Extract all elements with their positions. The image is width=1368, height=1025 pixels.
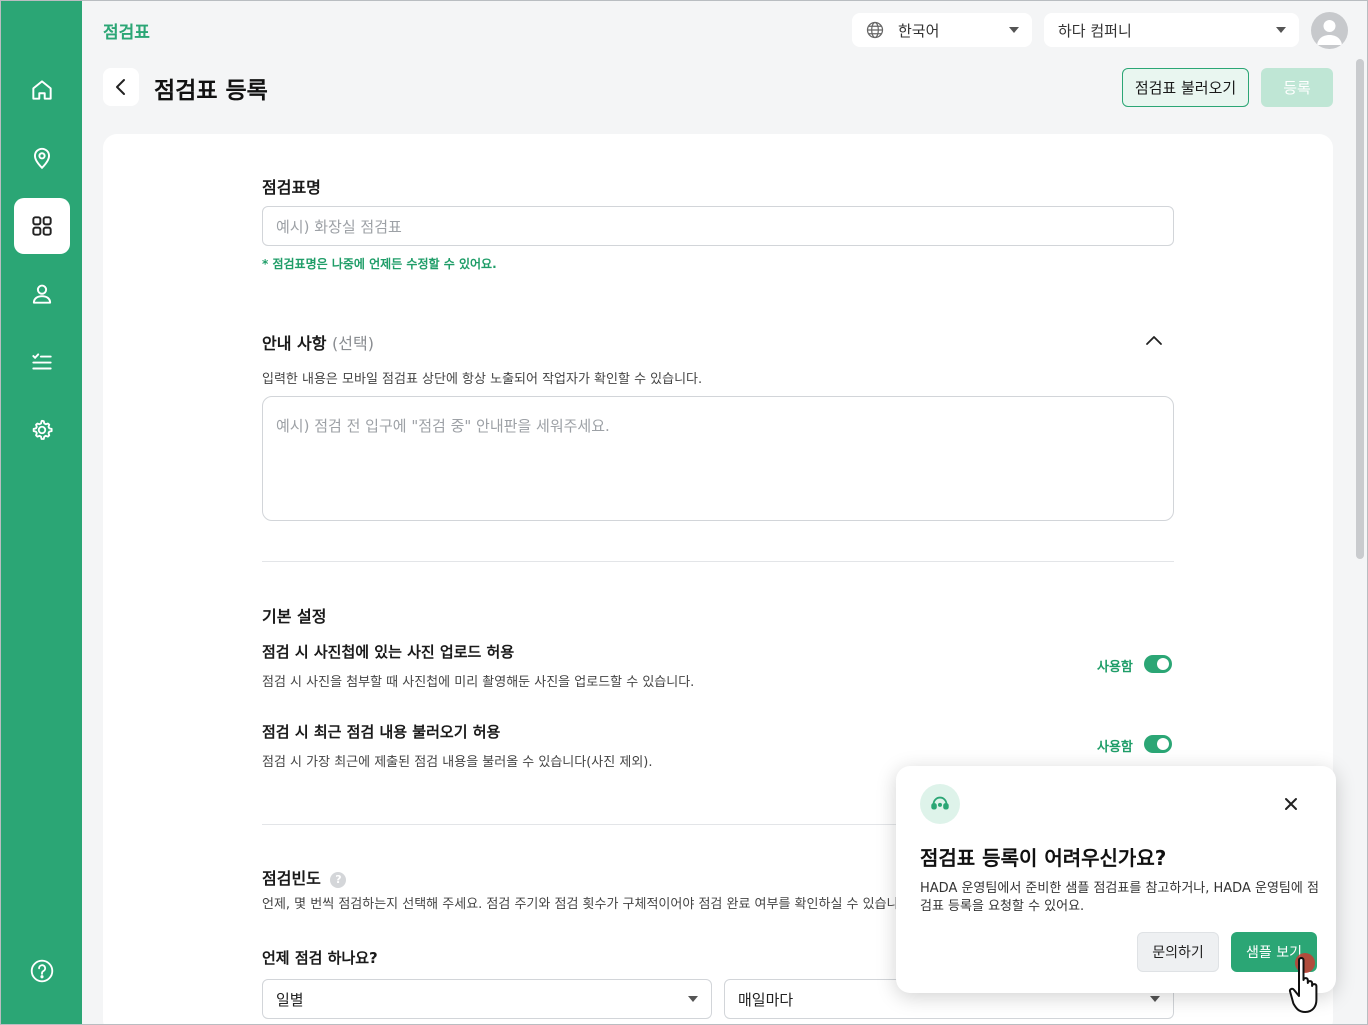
photo-upload-toggle[interactable]	[1144, 655, 1172, 673]
frequency-label: 점검빈도 ?	[262, 865, 347, 889]
when-label: 언제 점검 하나요?	[262, 949, 378, 967]
gear-icon	[32, 419, 53, 440]
language-value: 한국어	[898, 22, 940, 40]
notice-optional: (선택)	[332, 334, 374, 353]
chevron-down-icon	[1276, 27, 1286, 33]
notice-placeholder: 예시) 점검 전 입구에 "점검 중" 안내판을 세워주세요.	[276, 417, 610, 435]
close-icon[interactable]	[1281, 794, 1301, 814]
toggle-state-label: 사용함	[1097, 660, 1133, 675]
help-popup: 점검표 등록이 어려우신가요? HADA 운영팀에서 준비한 샘플 점검표를 참…	[896, 766, 1336, 993]
repeat-value: 매일마다	[738, 990, 794, 1009]
help-icon	[30, 959, 54, 983]
notice-textarea[interactable]: 예시) 점검 전 입구에 "점검 중" 안내판을 세워주세요.	[262, 396, 1174, 521]
chevron-up-icon[interactable]	[1144, 333, 1164, 347]
toggle-state-label: 사용함	[1097, 740, 1133, 755]
setting-title: 점검 시 최근 점검 내용 불러오기 허용	[262, 723, 501, 741]
company-value: 하다 컴퍼니	[1058, 22, 1132, 40]
scrollbar[interactable]	[1356, 59, 1364, 559]
frequency-help: 언제, 몇 번씩 점검하는지 선택해 주세요. 점검 주기와 점검 횟수가 구체…	[262, 897, 897, 912]
period-value: 일별	[276, 990, 304, 1009]
notice-help: 입력한 내용은 모바일 점검표 상단에 항상 노출되어 작업자가 확인할 수 있…	[262, 372, 703, 387]
sidebar-help[interactable]	[14, 943, 70, 999]
checklist-name-label: 점검표명	[262, 178, 321, 197]
recent-load-toggle[interactable]	[1144, 735, 1172, 753]
divider	[262, 561, 1174, 562]
chevron-down-icon	[1009, 27, 1019, 33]
sidebar-item-home[interactable]	[14, 62, 70, 118]
support-icon	[920, 784, 960, 824]
frequency-label-text: 점검빈도	[262, 869, 321, 888]
user-avatar-icon	[1317, 20, 1342, 45]
user-icon	[32, 284, 52, 304]
load-checklist-button[interactable]: 점검표 불러오기	[1122, 68, 1249, 107]
location-icon	[33, 147, 51, 170]
contact-button[interactable]: 문의하기	[1137, 932, 1219, 972]
page-title: 점검표 등록	[154, 78, 268, 104]
setting-desc: 점검 시 사진을 첨부할 때 사진첩에 미리 촬영해둔 사진을 업로드할 수 있…	[262, 675, 695, 690]
setting-title: 점검 시 사진첩에 있는 사진 업로드 허용	[262, 643, 515, 661]
setting-desc: 점검 시 가장 최근에 제출된 점검 내용을 불러올 수 있습니다(사진 제외)…	[262, 755, 653, 770]
sidebar-item-settings[interactable]	[14, 402, 70, 458]
checklist-name-note: * 점검표명은 나중에 언제든 수정할 수 있어요.	[262, 257, 497, 271]
info-icon[interactable]: ?	[330, 871, 347, 888]
checklist-name-placeholder: 예시) 화장실 점검표	[276, 217, 402, 236]
sidebar-item-location[interactable]	[14, 130, 70, 186]
globe-icon	[866, 21, 884, 39]
checklist-icon	[32, 353, 52, 370]
sidebar-item-users[interactable]	[14, 266, 70, 322]
hand-cursor-icon	[1288, 957, 1318, 1013]
avatar[interactable]	[1311, 12, 1348, 49]
app-window: 점검표 한국어 하다 컴퍼니 점검표 등록 점검표 불러오기 등록 점검표명 예…	[0, 0, 1368, 1025]
grid-icon	[32, 216, 52, 236]
chevron-down-icon	[1150, 996, 1160, 1002]
notice-label-text: 안내 사항	[262, 334, 327, 353]
chevron-left-icon	[116, 79, 125, 95]
popup-title: 점검표 등록이 어려우신가요?	[920, 846, 1167, 870]
sidebar	[1, 1, 82, 1024]
checklist-name-input[interactable]: 예시) 화장실 점검표	[262, 206, 1174, 246]
notice-label: 안내 사항 (선택)	[262, 330, 374, 354]
home-icon	[32, 80, 52, 100]
brand-title[interactable]: 점검표	[103, 18, 150, 43]
submit-button[interactable]: 등록	[1261, 68, 1333, 107]
popup-text: HADA 운영팀에서 준비한 샘플 점검표를 참고하거나, HADA 운영팀에 …	[920, 881, 1319, 914]
company-select[interactable]: 하다 컴퍼니	[1044, 13, 1299, 47]
sidebar-item-tasks[interactable]	[14, 334, 70, 390]
back-button[interactable]	[103, 68, 139, 106]
basic-settings-heading: 기본 설정	[262, 607, 327, 626]
sidebar-item-checklists[interactable]	[14, 198, 70, 254]
chevron-down-icon	[688, 996, 698, 1002]
language-select[interactable]: 한국어	[852, 13, 1032, 47]
period-select[interactable]: 일별	[262, 979, 712, 1019]
